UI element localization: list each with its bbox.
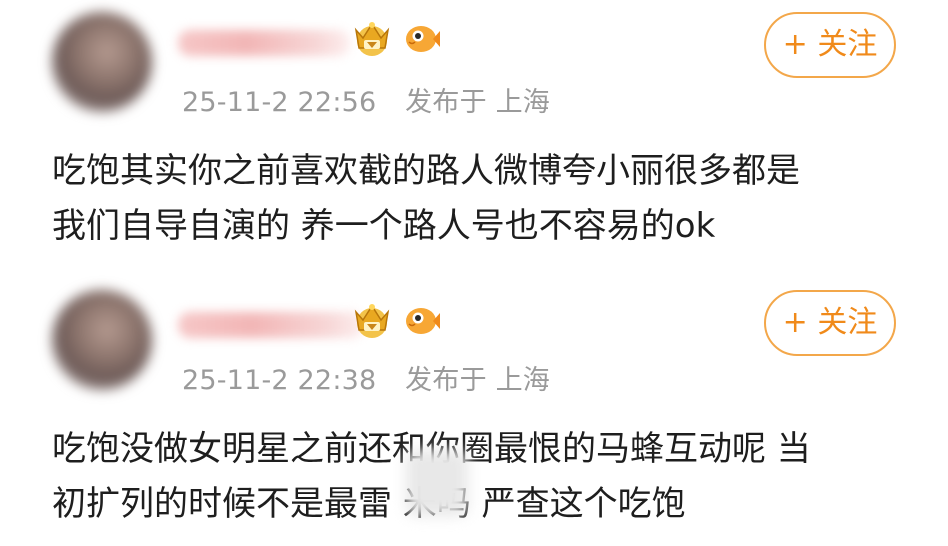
fish-icon <box>406 308 440 334</box>
avatar[interactable] <box>52 12 152 112</box>
location-label: 发布于 <box>405 365 487 396</box>
location: 上海 <box>495 365 550 396</box>
censor-blur <box>406 450 468 516</box>
comment-text: 吃饱其实你之前喜欢截的路人微博夸小丽很多都是 我们自导自演的 养一个路人号也不容… <box>52 144 912 254</box>
location: 上海 <box>495 87 550 118</box>
comment-line: 吃饱没做女明星之前还和你圈最恨的马蜂互动呢 当 <box>52 429 811 469</box>
fish-icon <box>406 26 440 52</box>
comment-line: 我们自导自演的 养一个路人号也不容易的ok <box>52 206 716 246</box>
timestamp: 25-11-2 22:38 <box>182 365 377 396</box>
comment-meta: 25-11-2 22:56 发布于 上海 <box>182 80 550 119</box>
comment-meta: 25-11-2 22:38 发布于 上海 <box>182 358 550 397</box>
comment-line: 吃饱其实你之前喜欢截的路人微博夸小丽很多都是 <box>52 151 800 191</box>
location-label: 发布于 <box>405 87 487 118</box>
follow-button[interactable]: + 关注 <box>764 290 896 356</box>
avatar[interactable] <box>52 290 152 390</box>
crown-icon <box>354 22 390 56</box>
username-blurred[interactable] <box>178 30 350 56</box>
comment-line: 初扩列的时候不是最雷 米吗 严查这个吃饱 <box>52 484 686 524</box>
crown-icon <box>354 304 390 338</box>
timestamp: 25-11-2 22:56 <box>182 87 377 118</box>
comment-text: 吃饱没做女明星之前还和你圈最恨的马蜂互动呢 当 初扩列的时候不是最雷 米吗 严查… <box>52 422 912 532</box>
follow-button[interactable]: + 关注 <box>764 12 896 78</box>
username-blurred[interactable] <box>178 312 364 338</box>
